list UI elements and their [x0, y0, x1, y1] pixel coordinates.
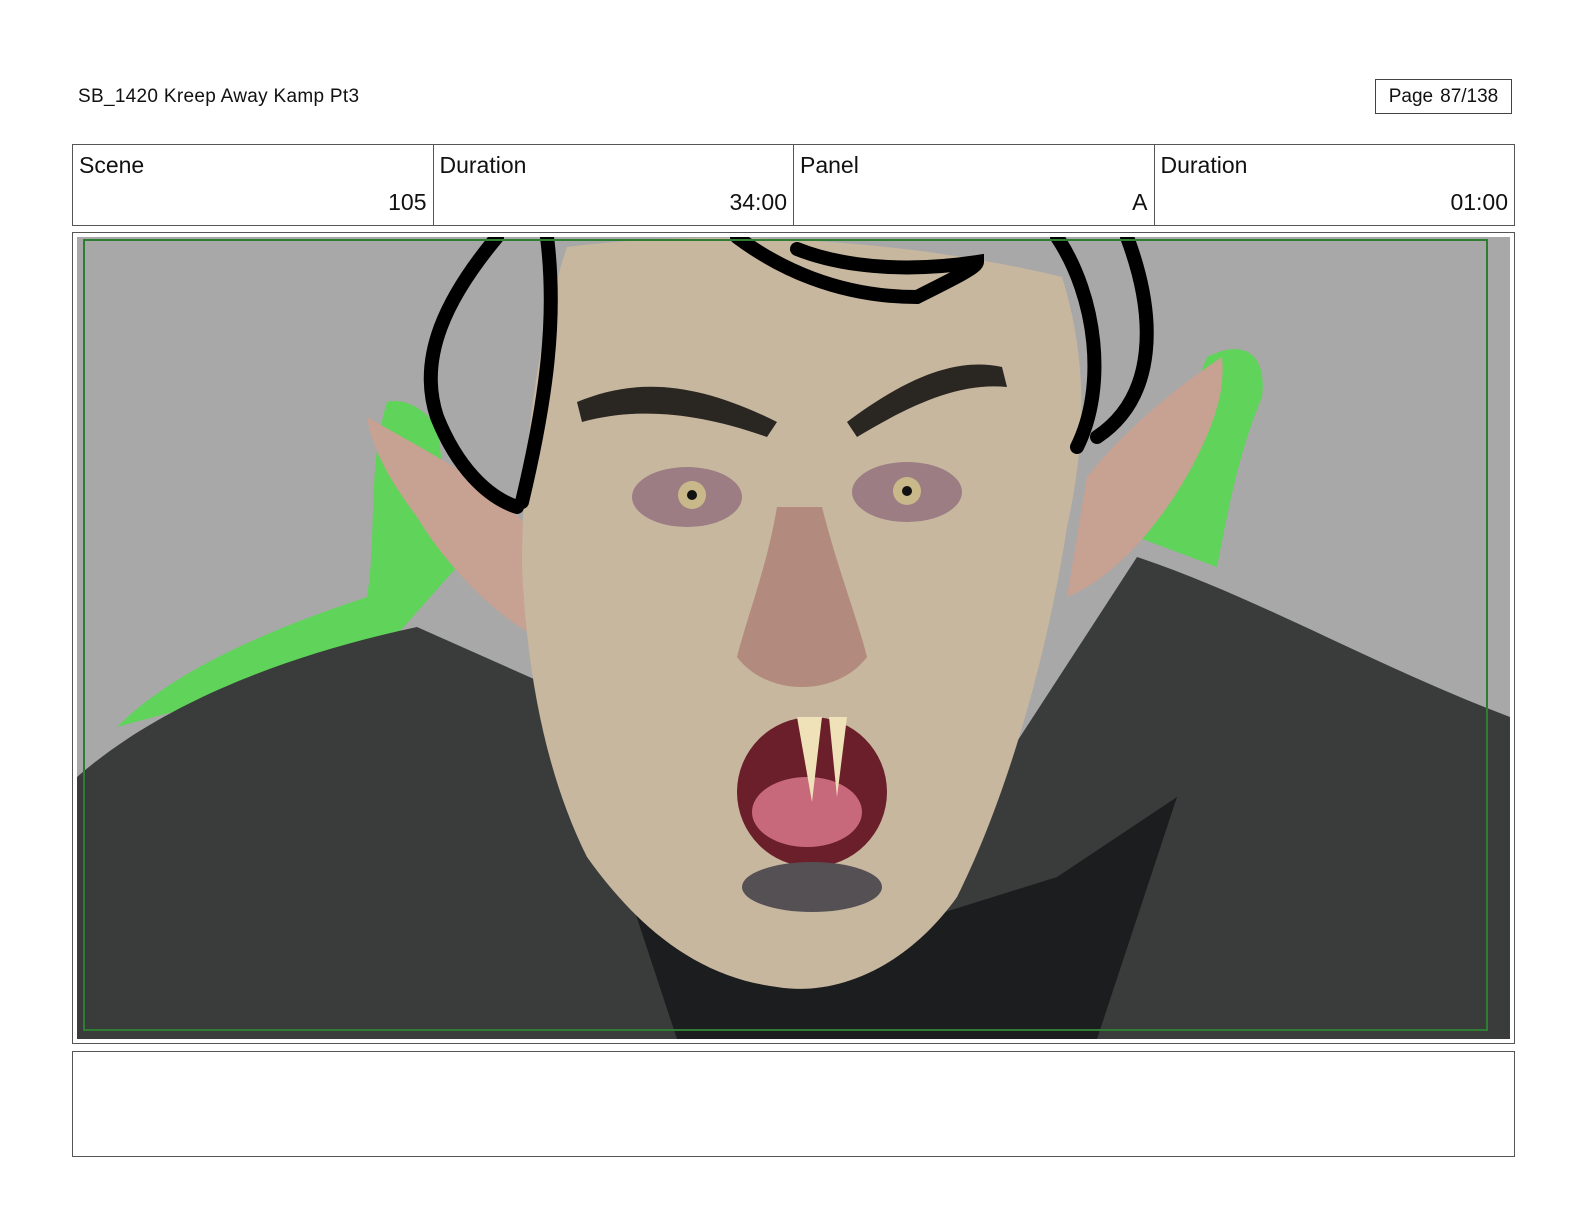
scene-duration-label: Duration	[439, 152, 527, 178]
scene-value: 105	[388, 189, 427, 215]
lower-lip	[742, 862, 882, 912]
vampire-illustration	[77, 237, 1510, 1039]
page-number: 87/138	[1440, 85, 1499, 107]
storyboard-panel-image	[77, 237, 1510, 1039]
scene-duration-cell: Duration 34:00	[434, 145, 794, 225]
panel-value: A	[1132, 189, 1148, 215]
right-pupil	[902, 486, 912, 496]
panel-duration-cell: Duration 01:00	[1155, 145, 1515, 225]
scene-cell: Scene 105	[73, 145, 434, 225]
page-indicator: Page 87/138	[1375, 79, 1512, 114]
panel-cell: Panel A	[794, 145, 1155, 225]
page-label: Page	[1388, 85, 1434, 107]
notes-box	[72, 1051, 1515, 1157]
tongue	[752, 777, 862, 847]
panel-duration-label: Duration	[1160, 152, 1248, 178]
storyboard-panel-frame	[72, 232, 1515, 1044]
document-title: SB_1420 Kreep Away Kamp Pt3	[78, 86, 360, 107]
panel-label: Panel	[800, 152, 859, 178]
scene-label: Scene	[79, 152, 145, 178]
info-table: Scene 105 Duration 34:00 Panel A Duratio…	[72, 144, 1515, 226]
scene-duration-value: 34:00	[729, 189, 787, 215]
panel-duration-value: 01:00	[1450, 189, 1508, 215]
left-pupil	[687, 490, 697, 500]
